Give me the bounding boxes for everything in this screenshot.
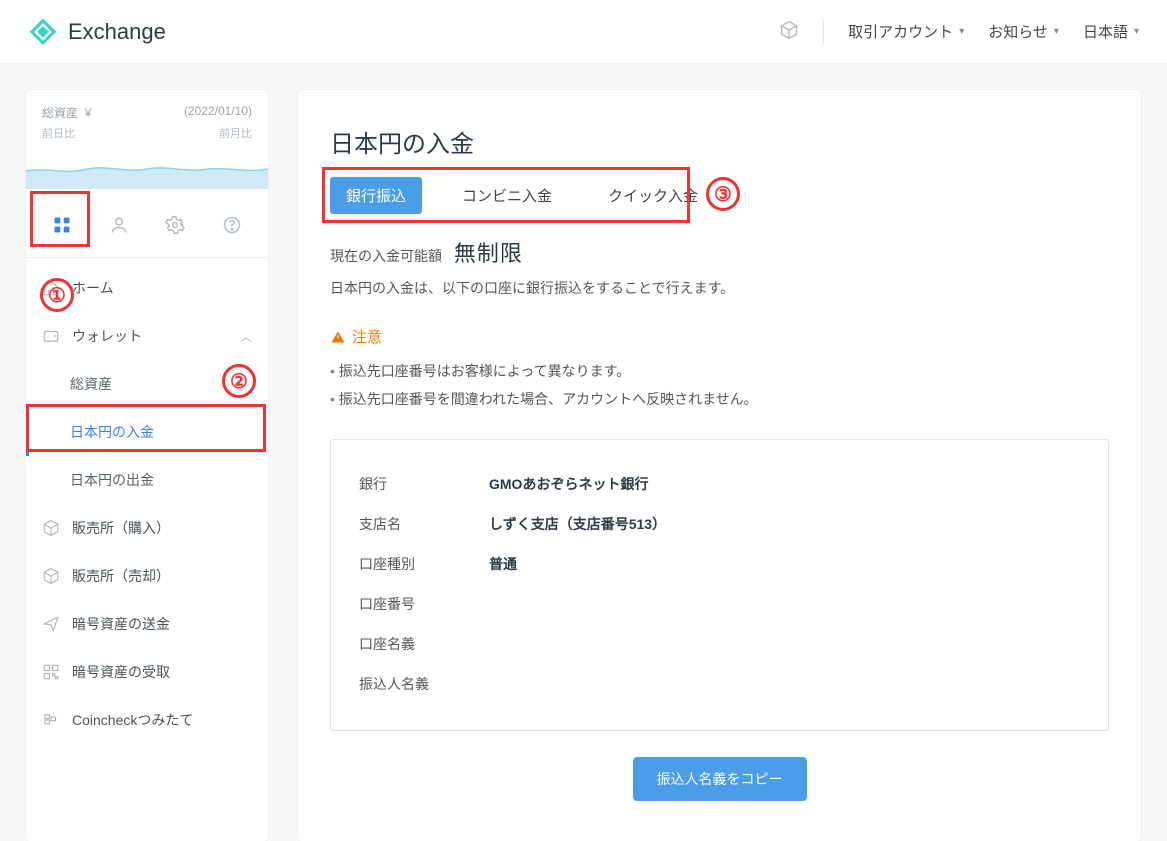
nav-wallet[interactable]: ウォレット ︿ xyxy=(26,312,268,360)
logo[interactable]: Exchange xyxy=(28,17,166,47)
nav-tsumitate-label: Coincheckつみたて xyxy=(72,710,193,730)
nav-buy[interactable]: 販売所（購入） xyxy=(26,504,268,552)
account-number-label: 口座番号 xyxy=(359,594,489,614)
warning-item: 振込先口座番号を間違われた場合、アカウントへ反映されません。 xyxy=(330,385,1109,413)
menu-language[interactable]: 日本語 ▾ xyxy=(1083,21,1139,42)
warning-title-text: 注意 xyxy=(352,326,382,347)
nav-home[interactable]: ホーム xyxy=(26,264,268,312)
warning-title: 注意 xyxy=(330,326,1109,347)
tab-dashboard-icon[interactable] xyxy=(42,207,82,243)
nav-tsumitate[interactable]: Coincheckつみたて xyxy=(26,696,268,744)
tab-user-icon[interactable] xyxy=(99,207,139,243)
asset-date: (2022/01/10) xyxy=(184,104,252,121)
asset-subheader: 前日比 前月比 xyxy=(26,125,268,147)
deposit-limit: 現在の入金可能額 無制限 xyxy=(330,236,1109,268)
chevron-down-icon: ▾ xyxy=(1134,26,1139,37)
prev-day-label: 前日比 xyxy=(42,125,75,141)
qr-icon xyxy=(42,663,60,681)
nav-receive-label: 暗号資産の受取 xyxy=(72,662,170,682)
chevron-down-icon: ▾ xyxy=(959,26,964,37)
topbar: Exchange 取引アカウント ▾ お知らせ ▾ 日本語 ▾ xyxy=(0,0,1167,64)
warning-list: 振込先口座番号はお客様によって異なります。 振込先口座番号を間違われた場合、アカ… xyxy=(330,357,1109,413)
nav-buy-label: 販売所（購入） xyxy=(72,518,170,538)
branch-value: しずく支店（支店番号513） xyxy=(489,514,666,534)
nav-sub-total[interactable]: 総資産 xyxy=(26,360,268,408)
stack-icon xyxy=(42,711,60,729)
separator xyxy=(823,20,824,44)
nav-send-label: 暗号資産の送金 xyxy=(72,614,170,634)
page-title: 日本円の入金 xyxy=(330,124,1109,159)
chevron-down-icon: ▾ xyxy=(1054,26,1059,37)
menu-account[interactable]: 取引アカウント ▾ xyxy=(848,21,964,42)
main-panel: 日本円の入金 銀行振込 コンビニ入金 クイック入金 ③ 現在の入金可能額 無制限… xyxy=(298,90,1141,841)
total-assets-label: 総資産 xyxy=(42,106,78,120)
tab-quick[interactable]: クイック入金 xyxy=(592,177,714,214)
nav-sub-deposit[interactable]: 日本円の入金 xyxy=(26,408,268,456)
brand-text: Exchange xyxy=(68,19,166,45)
wallet-icon xyxy=(42,327,60,345)
branch-label: 支店名 xyxy=(359,514,489,534)
sidebar-nav: ホーム ウォレット ︿ 総資産 日本円の入金 日本円の出金 ② 販売所（購入） xyxy=(26,258,268,744)
nav-wallet-label: ウォレット xyxy=(72,326,142,346)
warning-icon xyxy=(330,329,346,345)
menu-language-label: 日本語 xyxy=(1083,21,1128,42)
tab-convenience[interactable]: コンビニ入金 xyxy=(446,177,568,214)
bank-value: GMOあおぞらネット銀行 xyxy=(489,474,648,494)
sidebar: 総資産 ¥ (2022/01/10) 前日比 前月比 xyxy=(26,90,268,841)
copy-payer-name-button[interactable]: 振込人名義をコピー xyxy=(633,757,807,801)
currency-symbol: ¥ xyxy=(85,106,92,120)
chevron-up-icon: ︿ xyxy=(240,328,252,345)
tab-help-icon[interactable] xyxy=(212,207,252,243)
limit-label: 現在の入金可能額 xyxy=(330,248,442,264)
bank-details-box: 銀行GMOあおぞらネット銀行 支店名しずく支店（支店番号513） 口座種別普通 … xyxy=(330,439,1109,731)
tab-settings-icon[interactable] xyxy=(155,207,195,243)
logo-icon xyxy=(28,17,58,47)
account-holder-label: 口座名義 xyxy=(359,634,489,654)
account-type-value: 普通 xyxy=(489,554,517,574)
menu-notice-label: お知らせ xyxy=(988,21,1048,42)
cube-icon xyxy=(42,519,60,537)
nav-sell[interactable]: 販売所（売却） xyxy=(26,552,268,600)
home-icon xyxy=(42,279,60,297)
send-icon xyxy=(42,615,60,633)
deposit-description: 日本円の入金は、以下の口座に銀行振込をすることで行えます。 xyxy=(330,278,1109,298)
nav-sell-label: 販売所（売却） xyxy=(72,566,170,586)
asset-header: 総資産 ¥ (2022/01/10) xyxy=(26,90,268,125)
nav-sub-withdraw[interactable]: 日本円の出金 xyxy=(26,456,268,504)
tab-bank[interactable]: 銀行振込 xyxy=(330,177,422,214)
payer-name-label: 振込人名義 xyxy=(359,674,489,694)
nav-home-label: ホーム xyxy=(72,278,114,298)
cube-icon xyxy=(42,567,60,585)
deposit-tabs: 銀行振込 コンビニ入金 クイック入金 xyxy=(330,177,714,214)
cube-icon[interactable] xyxy=(779,20,799,44)
nav-send[interactable]: 暗号資産の送金 xyxy=(26,600,268,648)
sparkline-chart xyxy=(26,147,268,189)
nav-receive[interactable]: 暗号資産の受取 xyxy=(26,648,268,696)
menu-notice[interactable]: お知らせ ▾ xyxy=(988,21,1059,42)
bank-label: 銀行 xyxy=(359,474,489,494)
limit-value: 無制限 xyxy=(454,241,523,266)
prev-month-label: 前月比 xyxy=(219,125,252,141)
menu-account-label: 取引アカウント xyxy=(848,21,953,42)
account-type-label: 口座種別 xyxy=(359,554,489,574)
sidebar-tabs xyxy=(26,189,268,258)
warning-item: 振込先口座番号はお客様によって異なります。 xyxy=(330,357,1109,385)
